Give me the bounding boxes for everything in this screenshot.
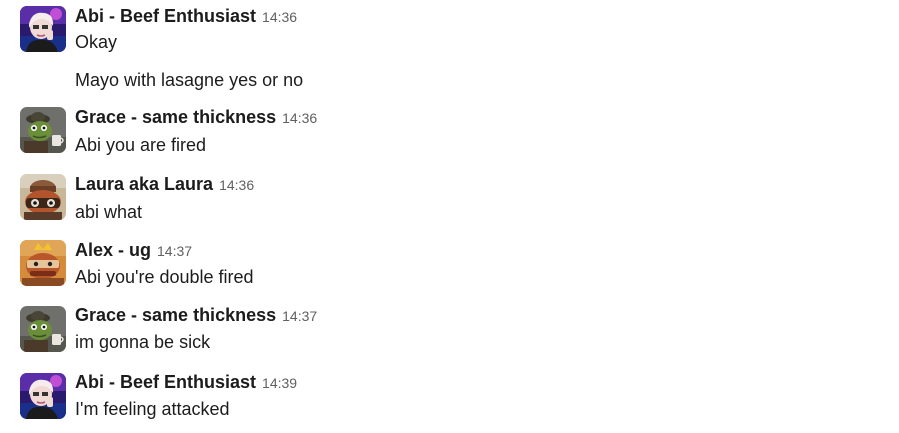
- timestamp[interactable]: 14:37: [157, 243, 192, 259]
- avatar-image: [20, 240, 66, 286]
- avatar[interactable]: [20, 174, 66, 220]
- message-text: Mayo with lasagne yes or no: [75, 70, 304, 90]
- sender-name[interactable]: Alex - ug: [75, 240, 151, 260]
- message-text: im gonna be sick: [75, 332, 211, 352]
- message-text: I'm feeling attacked: [75, 399, 230, 419]
- sender-name[interactable]: Grace - same thickness: [75, 107, 276, 127]
- avatar[interactable]: [20, 6, 66, 52]
- avatar[interactable]: [20, 107, 66, 153]
- avatar[interactable]: [20, 240, 66, 286]
- avatar-image: [20, 107, 66, 153]
- message-header: Abi - Beef Enthusiast 14:36: [75, 5, 297, 29]
- timestamp[interactable]: 14:36: [282, 110, 317, 126]
- message-header: Grace - same thickness 14:36: [75, 106, 317, 130]
- sender-name[interactable]: Grace - same thickness: [75, 305, 276, 325]
- timestamp[interactable]: 14:37: [282, 308, 317, 324]
- timestamp[interactable]: 14:36: [262, 9, 297, 25]
- message-text: Okay: [75, 32, 118, 52]
- message-text: Abi you are fired: [75, 135, 207, 155]
- message-text: Abi you're double fired: [75, 267, 254, 287]
- avatar-image: [20, 174, 66, 220]
- timestamp[interactable]: 14:39: [262, 375, 297, 391]
- message-header: Alex - ug 14:37: [75, 239, 192, 263]
- avatar-image: [20, 306, 66, 352]
- sender-name[interactable]: Abi - Beef Enthusiast: [75, 372, 256, 392]
- timestamp[interactable]: 14:36: [219, 177, 254, 193]
- message-text: abi what: [75, 202, 143, 222]
- avatar-image: [20, 373, 66, 419]
- avatar-image: [20, 6, 66, 52]
- message-header: Laura aka Laura 14:36: [75, 173, 254, 197]
- message-header: Abi - Beef Enthusiast 14:39: [75, 371, 297, 395]
- message-header: Grace - same thickness 14:37: [75, 304, 317, 328]
- sender-name[interactable]: Laura aka Laura: [75, 174, 213, 194]
- avatar[interactable]: [20, 306, 66, 352]
- avatar[interactable]: [20, 373, 66, 419]
- sender-name[interactable]: Abi - Beef Enthusiast: [75, 6, 256, 26]
